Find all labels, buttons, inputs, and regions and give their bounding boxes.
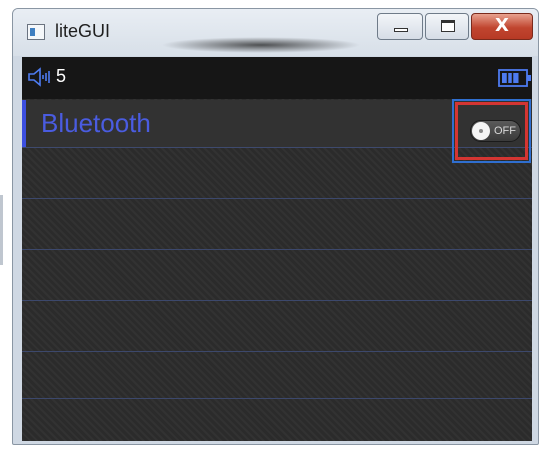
window-title: liteGUI: [55, 21, 111, 41]
list-divider: [22, 249, 532, 250]
maximize-button[interactable]: [425, 13, 469, 40]
list-divider: [22, 300, 532, 301]
app-window-icon: [27, 24, 45, 40]
app-window: liteGUI X 5 Bluetooth OFF: [12, 8, 539, 445]
toggle-knob: [472, 122, 490, 140]
list-divider: [22, 198, 532, 199]
background-window-edge: [0, 195, 3, 265]
title-bar[interactable]: liteGUI X: [13, 9, 538, 56]
battery-icon: [498, 69, 531, 87]
speaker-icon: [28, 67, 50, 87]
volume-level: 5: [56, 66, 67, 86]
minimize-button[interactable]: [377, 13, 423, 40]
status-bar: 5: [22, 57, 532, 99]
close-button[interactable]: X: [471, 13, 533, 40]
maximize-icon: [441, 20, 455, 32]
toggle-state-label: OFF: [494, 125, 516, 137]
battery-fill: [502, 73, 519, 83]
bluetooth-toggle[interactable]: OFF: [470, 120, 521, 142]
minimize-icon: [394, 28, 408, 32]
device-screen: 5 Bluetooth OFF: [22, 57, 532, 441]
bluetooth-label: Bluetooth: [41, 108, 151, 138]
selection-indicator: [22, 100, 26, 147]
list-divider: [22, 398, 532, 399]
list-divider: [22, 351, 532, 352]
title-shadow: [161, 37, 361, 53]
close-icon: X: [495, 15, 509, 36]
